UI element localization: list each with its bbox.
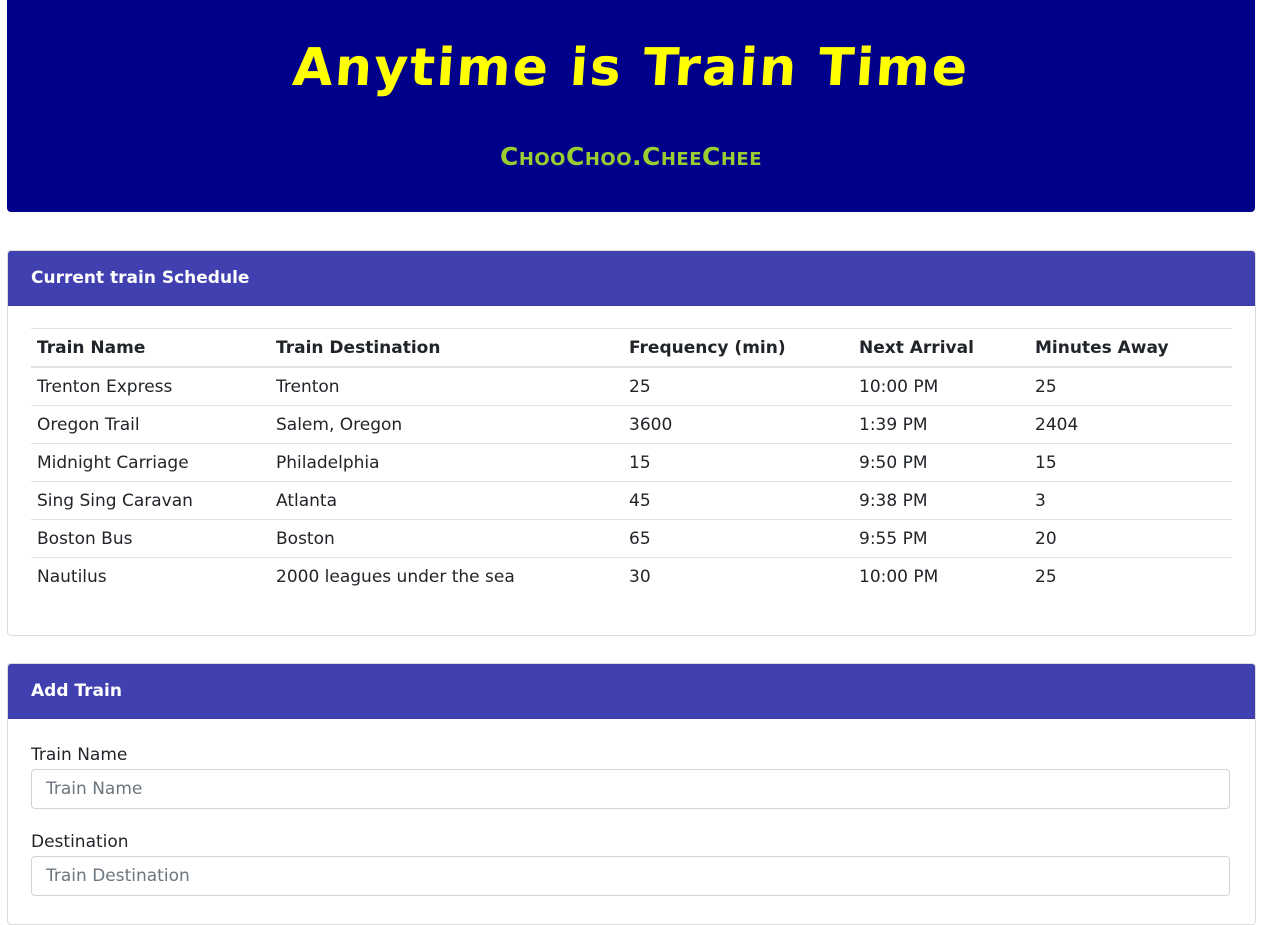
train-name-label: Train Name bbox=[31, 745, 128, 765]
cell-minutes-away: 15 bbox=[1029, 443, 1232, 482]
cell-next-arrival: 10:00 PM bbox=[853, 366, 1029, 406]
cell-next-arrival: 9:38 PM bbox=[853, 481, 1029, 520]
table-row: Trenton Express Trenton 25 10:00 PM 25 bbox=[31, 366, 1232, 406]
cell-destination: Boston bbox=[270, 519, 623, 558]
table-header-row: Train Name Train Destination Frequency (… bbox=[31, 328, 1232, 368]
cell-minutes-away: 2404 bbox=[1029, 405, 1232, 444]
cell-destination: 2000 leagues under the sea bbox=[270, 557, 623, 595]
destination-input[interactable] bbox=[31, 856, 1230, 896]
page-title: Anytime is Train Time bbox=[290, 38, 972, 98]
cell-destination: Atlanta bbox=[270, 481, 623, 520]
cell-frequency: 25 bbox=[623, 366, 853, 406]
cell-train-name: Trenton Express bbox=[31, 366, 270, 406]
cell-minutes-away: 25 bbox=[1029, 557, 1232, 595]
cell-next-arrival: 1:39 PM bbox=[853, 405, 1029, 444]
cell-frequency: 3600 bbox=[623, 405, 853, 444]
column-header-frequency: Frequency (min) bbox=[623, 328, 853, 368]
schedule-card-header: Current train Schedule bbox=[8, 251, 1255, 306]
table-row: Sing Sing Caravan Atlanta 45 9:38 PM 3 bbox=[31, 481, 1232, 520]
cell-frequency: 15 bbox=[623, 443, 853, 482]
cell-destination: Trenton bbox=[270, 366, 623, 406]
train-name-input[interactable] bbox=[31, 769, 1230, 809]
destination-label: Destination bbox=[31, 832, 129, 852]
cell-frequency: 65 bbox=[623, 519, 853, 558]
column-header-next-arrival: Next Arrival bbox=[853, 328, 1029, 368]
column-header-minutes-away: Minutes Away bbox=[1029, 328, 1232, 368]
header-jumbotron: Anytime is Train Time ChooChoo.CheeChee bbox=[7, 0, 1255, 212]
cell-destination: Philadelphia bbox=[270, 443, 623, 482]
cell-minutes-away: 20 bbox=[1029, 519, 1232, 558]
cell-train-name: Sing Sing Caravan bbox=[31, 481, 270, 520]
cell-next-arrival: 9:55 PM bbox=[853, 519, 1029, 558]
table-row: Midnight Carriage Philadelphia 15 9:50 P… bbox=[31, 443, 1232, 482]
cell-next-arrival: 10:00 PM bbox=[853, 557, 1029, 595]
add-train-card-header: Add Train bbox=[8, 664, 1255, 719]
cell-minutes-away: 25 bbox=[1029, 366, 1232, 406]
table-row: Boston Bus Boston 65 9:55 PM 20 bbox=[31, 519, 1232, 558]
cell-train-name: Nautilus bbox=[31, 557, 270, 595]
page-subtitle: ChooChoo.CheeChee bbox=[499, 142, 763, 171]
cell-minutes-away: 3 bbox=[1029, 481, 1232, 520]
cell-train-name: Boston Bus bbox=[31, 519, 270, 558]
schedule-card: Current train Schedule Train Name Train … bbox=[7, 250, 1256, 636]
cell-frequency: 30 bbox=[623, 557, 853, 595]
column-header-destination: Train Destination bbox=[270, 328, 623, 368]
cell-destination: Salem, Oregon bbox=[270, 405, 623, 444]
cell-train-name: Oregon Trail bbox=[31, 405, 270, 444]
table-row: Oregon Trail Salem, Oregon 3600 1:39 PM … bbox=[31, 405, 1232, 444]
column-header-train-name: Train Name bbox=[31, 328, 270, 368]
cell-next-arrival: 9:50 PM bbox=[853, 443, 1029, 482]
cell-frequency: 45 bbox=[623, 481, 853, 520]
table-row: Nautilus 2000 leagues under the sea 30 1… bbox=[31, 557, 1232, 595]
add-train-card: Add Train Train Name Destination bbox=[7, 663, 1256, 925]
cell-train-name: Midnight Carriage bbox=[31, 443, 270, 482]
schedule-table: Train Name Train Destination Frequency (… bbox=[31, 328, 1232, 595]
